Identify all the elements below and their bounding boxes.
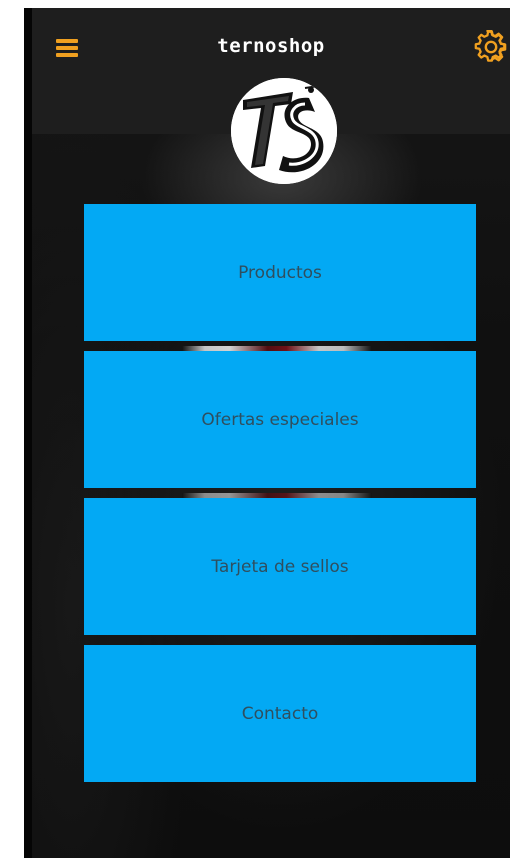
main-menu: Productos Ofertas especiales Tarjeta de … bbox=[84, 204, 476, 792]
app-window: ternoshop Productos Ofertas especiales T… bbox=[24, 8, 510, 858]
menu-button-ofertas-especiales[interactable]: Ofertas especiales bbox=[84, 351, 476, 488]
ternoshop-logo bbox=[231, 78, 337, 184]
screen: ternoshop Productos Ofertas especiales T… bbox=[0, 0, 518, 858]
menu-button-contacto[interactable]: Contacto bbox=[84, 645, 476, 782]
menu-button-tarjeta-de-sellos[interactable]: Tarjeta de sellos bbox=[84, 498, 476, 635]
gear-icon[interactable] bbox=[474, 29, 508, 64]
menu-button-productos[interactable]: Productos bbox=[84, 204, 476, 341]
app-title: ternoshop bbox=[217, 35, 325, 57]
